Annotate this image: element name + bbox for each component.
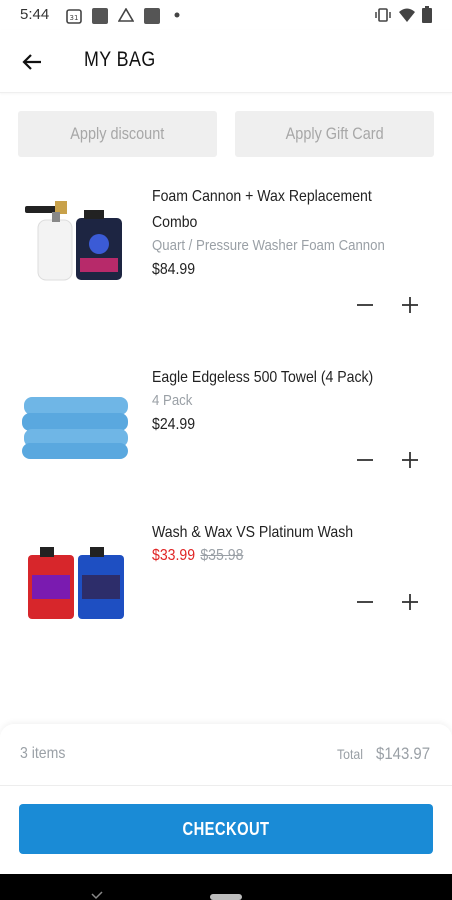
item-variant: Quart / Pressure Washer Foam Cannon <box>152 237 385 254</box>
plus-icon <box>402 594 418 610</box>
decrease-quantity-button[interactable] <box>352 589 378 615</box>
apply-discount-button[interactable]: Apply discount <box>18 111 217 157</box>
original-price: $35.98 <box>200 547 244 564</box>
dot-icon <box>174 12 180 18</box>
product-image-foam-cannon <box>25 201 122 281</box>
calendar-icon: 31 <box>66 9 82 24</box>
apply-gift-card-label: Apply Gift Card <box>285 124 384 143</box>
plus-icon <box>402 297 418 313</box>
item-name: Wash & Wax VS Platinum Wash <box>152 524 354 541</box>
item-price: $24.99 <box>152 416 196 433</box>
minus-icon <box>357 304 373 306</box>
item-name: Eagle Edgeless 500 Towel (4 Pack) <box>152 369 374 386</box>
product-image-towels <box>22 397 128 459</box>
status-time: 5:44 <box>20 6 50 23</box>
item-price: $33.99 $35.98 <box>152 547 243 565</box>
page-title: MY BAG <box>84 48 156 71</box>
apply-gift-card-button[interactable]: Apply Gift Card <box>235 111 434 157</box>
square-icon <box>144 8 160 24</box>
vibrate-icon <box>375 8 391 22</box>
item-variant: 4 Pack <box>152 392 193 409</box>
sale-price: $33.99 <box>152 547 196 564</box>
apply-discount-label: Apply discount <box>70 124 165 143</box>
plus-icon <box>402 452 418 468</box>
minus-icon <box>357 459 373 461</box>
product-image-wash-bottles <box>28 547 124 619</box>
decrease-quantity-button[interactable] <box>352 447 378 473</box>
checkout-button[interactable]: CHECKOUT <box>19 804 433 854</box>
increase-quantity-button[interactable] <box>397 292 423 318</box>
items-count: 3 items <box>20 745 66 762</box>
increase-quantity-button[interactable] <box>397 447 423 473</box>
checkout-label: CHECKOUT <box>182 818 270 839</box>
wifi-icon <box>399 8 415 22</box>
svg-text:31: 31 <box>70 14 79 22</box>
footer-divider <box>0 785 452 786</box>
increase-quantity-button[interactable] <box>397 589 423 615</box>
arrow-left-icon <box>22 54 41 70</box>
item-price: $84.99 <box>152 261 196 278</box>
status-bar: 5:44 31 <box>0 0 452 30</box>
back-button[interactable] <box>18 47 48 77</box>
decrease-quantity-button[interactable] <box>352 292 378 318</box>
minus-icon <box>357 601 373 603</box>
nav-back-icon[interactable] <box>90 890 104 900</box>
system-nav-bar <box>0 874 452 900</box>
item-name: Foam Cannon + Wax Replacement Combo <box>152 188 372 231</box>
battery-icon <box>422 6 432 23</box>
square-icon <box>92 8 108 24</box>
total-label: Total <box>337 746 364 762</box>
drive-icon <box>118 8 134 22</box>
app-bar: MY BAG <box>0 30 452 93</box>
total-value: $143.97 <box>376 744 431 763</box>
home-pill[interactable] <box>210 894 242 900</box>
